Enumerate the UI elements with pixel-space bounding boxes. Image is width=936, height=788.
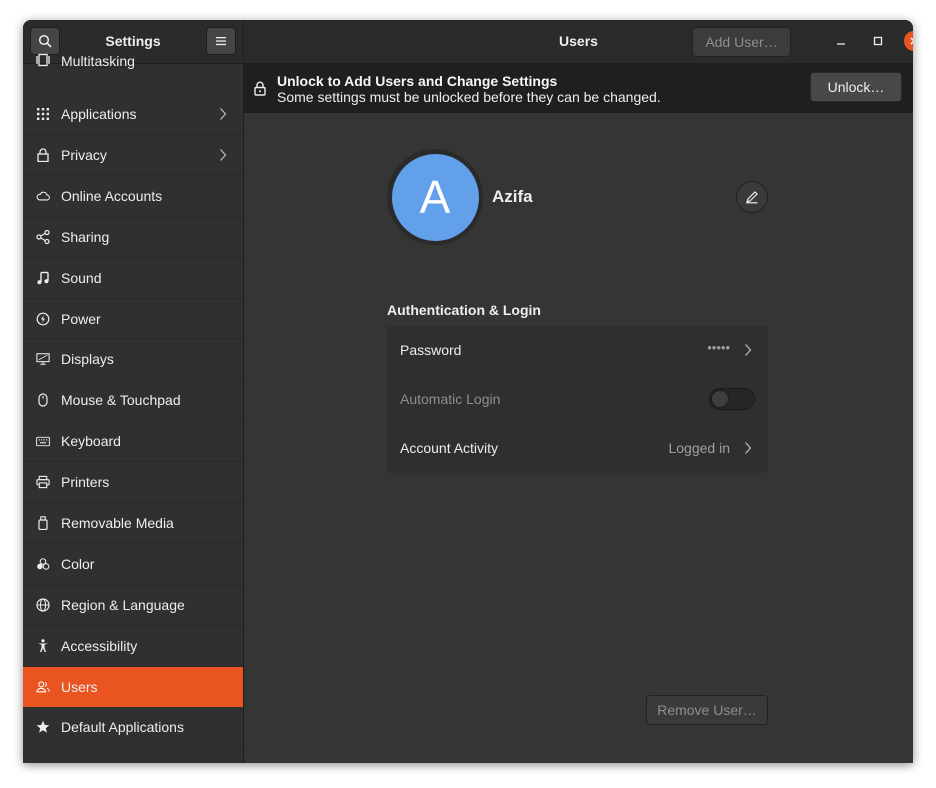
mouse-icon bbox=[36, 393, 50, 407]
sidebar-item-printers[interactable]: Printers bbox=[23, 462, 243, 504]
chevron-right-icon bbox=[745, 442, 752, 454]
password-row[interactable]: Password ••••• bbox=[387, 326, 768, 375]
cloud-icon bbox=[36, 189, 50, 203]
remove-user-button[interactable]: Remove User… bbox=[646, 695, 768, 725]
search-button[interactable] bbox=[30, 27, 60, 55]
sidebar-item-mouse-touchpad[interactable]: Mouse & Touchpad bbox=[23, 380, 243, 422]
unlock-button[interactable]: Unlock… bbox=[810, 72, 902, 102]
infobar-subtitle: Some settings must be unlocked before th… bbox=[277, 89, 661, 105]
power-icon bbox=[36, 312, 50, 326]
page-title: Users bbox=[559, 33, 598, 49]
sidebar-item-label: Keyboard bbox=[61, 433, 121, 450]
sidebar-item-label: Power bbox=[61, 310, 101, 327]
sidebar-item-default-applications[interactable]: Default Applications bbox=[23, 707, 243, 749]
avatar-initial: A bbox=[391, 153, 479, 241]
sidebar-item-online-accounts[interactable]: Online Accounts bbox=[23, 176, 243, 217]
maximize-button[interactable] bbox=[868, 31, 888, 51]
account-activity-row[interactable]: Account Activity Logged in bbox=[387, 424, 768, 473]
sidebar-title: Settings bbox=[105, 33, 161, 49]
sidebar-item-sharing[interactable]: Sharing bbox=[23, 217, 243, 258]
sidebar-item-displays[interactable]: Displays bbox=[23, 339, 243, 381]
printer-icon bbox=[36, 475, 50, 489]
color-icon bbox=[36, 557, 50, 571]
sidebar-item-label: Displays bbox=[61, 351, 114, 368]
users-icon bbox=[36, 680, 50, 694]
sidebar-item-label: Online Accounts bbox=[61, 187, 163, 204]
share-icon bbox=[36, 229, 50, 244]
sidebar: Settings Multitasking Applications Priva… bbox=[23, 20, 244, 763]
users-content: A Azifa Authentication & Login Password … bbox=[244, 113, 913, 763]
sidebar-item-label: Mouse & Touchpad bbox=[61, 392, 181, 409]
chevron-right-icon bbox=[745, 344, 752, 356]
globe-icon bbox=[36, 598, 50, 612]
sidebar-item-label: Multitasking bbox=[61, 53, 135, 69]
sidebar-item-label: Printers bbox=[61, 474, 110, 491]
toggle-knob bbox=[711, 390, 729, 408]
sidebar-item-sound[interactable]: Sound bbox=[23, 258, 243, 299]
chevron-right-icon bbox=[220, 108, 227, 120]
applications-icon bbox=[36, 107, 50, 121]
lock-icon bbox=[36, 148, 50, 162]
sidebar-item-label: Sharing bbox=[61, 228, 110, 245]
keyboard-icon bbox=[36, 434, 50, 448]
sidebar-item-label: Region & Language bbox=[61, 596, 185, 613]
multitasking-icon bbox=[36, 53, 50, 67]
removable-media-icon bbox=[36, 516, 50, 530]
star-icon bbox=[36, 720, 50, 734]
automatic-login-toggle[interactable] bbox=[709, 388, 755, 410]
settings-window: Settings Multitasking Applications Priva… bbox=[23, 20, 913, 763]
music-note-icon bbox=[36, 271, 50, 285]
sidebar-item-power[interactable]: Power bbox=[23, 299, 243, 340]
sidebar-item-label: Sound bbox=[61, 269, 102, 286]
minimize-button[interactable] bbox=[831, 31, 851, 51]
sidebar-item-label: Color bbox=[61, 555, 95, 572]
sidebar-item-removable-media[interactable]: Removable Media bbox=[23, 503, 243, 544]
sidebar-item-applications[interactable]: Applications bbox=[23, 94, 243, 135]
add-user-button[interactable]: Add User… bbox=[692, 27, 791, 57]
sidebar-item-label: Accessibility bbox=[61, 637, 138, 654]
menu-button[interactable] bbox=[206, 27, 236, 55]
pencil-icon bbox=[746, 191, 758, 204]
chevron-right-icon bbox=[220, 149, 227, 161]
avatar[interactable]: A bbox=[387, 149, 483, 245]
minimize-icon bbox=[837, 43, 845, 45]
sidebar-item-color[interactable]: Color bbox=[23, 544, 243, 585]
unlock-infobar: Unlock to Add Users and Change Settings … bbox=[244, 63, 913, 113]
sidebar-item-users[interactable]: Users bbox=[23, 666, 243, 708]
hamburger-icon bbox=[216, 37, 226, 46]
sidebar-list: Multitasking Applications Privacy Online… bbox=[23, 53, 243, 749]
sidebar-item-multitasking[interactable]: Multitasking bbox=[23, 53, 243, 69]
authentication-list: Password ••••• Automatic Login Account A… bbox=[387, 326, 768, 473]
sidebar-item-label: Privacy bbox=[61, 146, 107, 163]
search-icon bbox=[38, 34, 52, 48]
sidebar-item-label: Applications bbox=[61, 106, 137, 122]
password-label: Password bbox=[400, 342, 462, 358]
header-bar: Users Add User… bbox=[244, 20, 913, 64]
automatic-login-row: Automatic Login bbox=[387, 375, 768, 424]
accessibility-icon bbox=[36, 638, 50, 653]
sidebar-item-label: Users bbox=[61, 678, 98, 695]
sidebar-item-keyboard[interactable]: Keyboard bbox=[23, 421, 243, 463]
sidebar-item-accessibility[interactable]: Accessibility bbox=[23, 626, 243, 667]
edit-name-button[interactable] bbox=[736, 181, 768, 213]
close-icon bbox=[910, 37, 913, 45]
sidebar-item-label: Default Applications bbox=[61, 719, 184, 736]
password-value: ••••• bbox=[707, 340, 730, 355]
infobar-title: Unlock to Add Users and Change Settings bbox=[277, 73, 558, 89]
account-activity-value: Logged in bbox=[668, 440, 730, 456]
sidebar-item-privacy[interactable]: Privacy bbox=[23, 135, 243, 176]
display-icon bbox=[36, 352, 50, 366]
automatic-login-label: Automatic Login bbox=[400, 391, 501, 407]
account-activity-label: Account Activity bbox=[400, 440, 499, 456]
section-title: Authentication & Login bbox=[387, 302, 541, 318]
sidebar-item-region-language[interactable]: Region & Language bbox=[23, 585, 243, 626]
maximize-icon bbox=[873, 36, 883, 46]
lock-icon bbox=[254, 81, 266, 96]
sidebar-item-label: Removable Media bbox=[61, 514, 174, 531]
user-name[interactable]: Azifa bbox=[492, 187, 533, 207]
